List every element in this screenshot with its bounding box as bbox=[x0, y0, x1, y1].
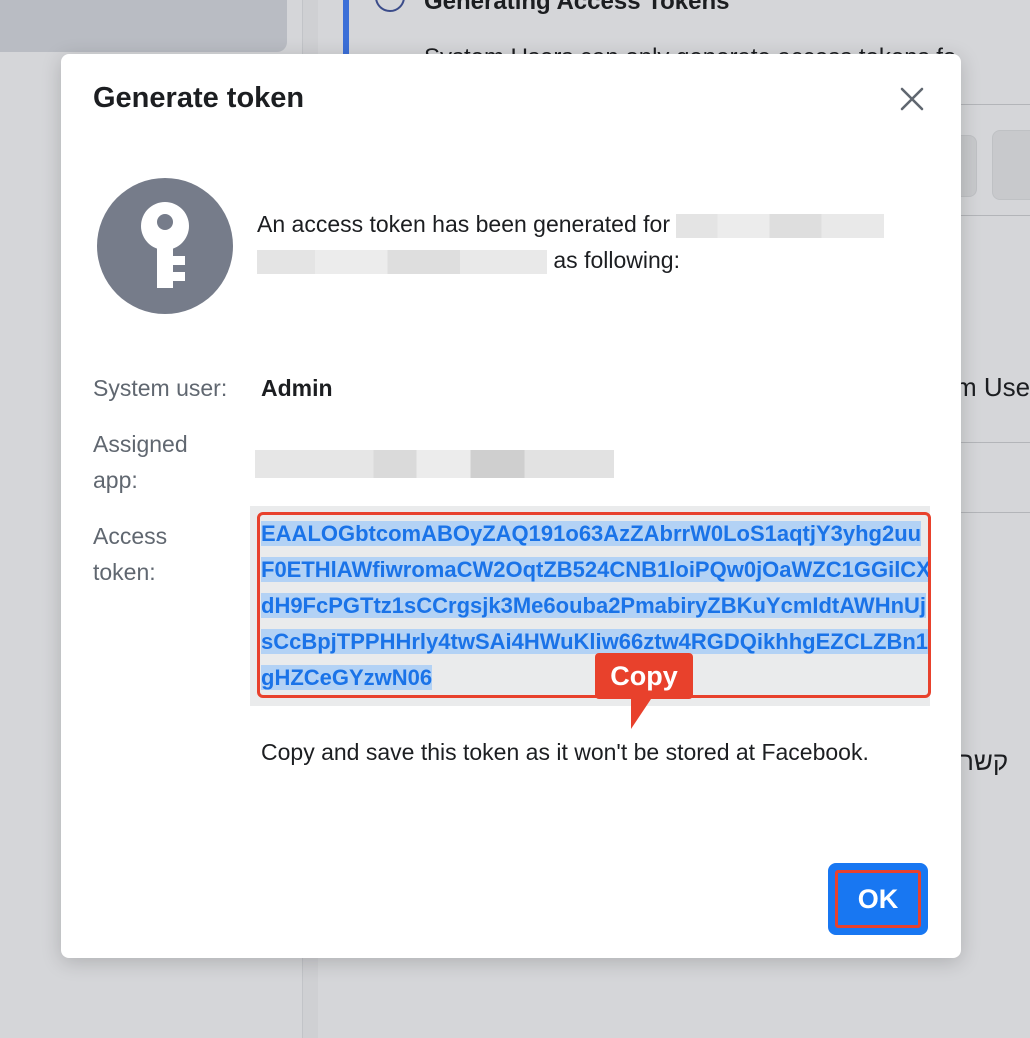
close-button[interactable] bbox=[897, 84, 927, 114]
background-text: m Use bbox=[955, 372, 1030, 402]
key-icon bbox=[97, 178, 233, 314]
background-heading: Generating Access Tokens bbox=[424, 0, 730, 15]
token-storage-note: Copy and save this token as it won't be … bbox=[261, 739, 869, 765]
background-left-card bbox=[0, 0, 287, 52]
ok-button-label: OK bbox=[835, 870, 921, 928]
background-divider-line bbox=[960, 104, 1030, 105]
copy-button[interactable]: Copy bbox=[595, 653, 693, 729]
redacted-business-name bbox=[257, 249, 547, 274]
background-divider-line bbox=[960, 442, 1030, 443]
ok-button[interactable]: OK bbox=[828, 863, 928, 935]
redacted-user-name bbox=[676, 213, 885, 238]
access-token-label: Access token: bbox=[93, 523, 168, 585]
background-accent-bar bbox=[343, 0, 349, 60]
background-divider-line bbox=[960, 215, 1030, 216]
background-divider-line bbox=[960, 512, 1030, 513]
system-user-value: Admin bbox=[261, 375, 333, 401]
intro-suffix: as following: bbox=[553, 247, 680, 273]
dialog-title: Generate token bbox=[93, 82, 305, 114]
redacted-assigned-app bbox=[255, 450, 614, 478]
background-text-hebrew: קשר bbox=[960, 746, 1009, 776]
generate-token-dialog: Generate token An access token has been … bbox=[61, 54, 961, 958]
token-generated-message: An access token has been generated for a… bbox=[257, 206, 937, 278]
intro-prefix: An access token has been generated for bbox=[257, 211, 671, 237]
system-user-label: System user: bbox=[93, 375, 228, 401]
background-step-circle bbox=[375, 0, 405, 12]
background-tool-button bbox=[992, 130, 1030, 200]
assigned-app-label: Assigned app: bbox=[93, 431, 188, 493]
close-icon bbox=[900, 87, 924, 111]
token-highlight-box bbox=[257, 512, 931, 698]
